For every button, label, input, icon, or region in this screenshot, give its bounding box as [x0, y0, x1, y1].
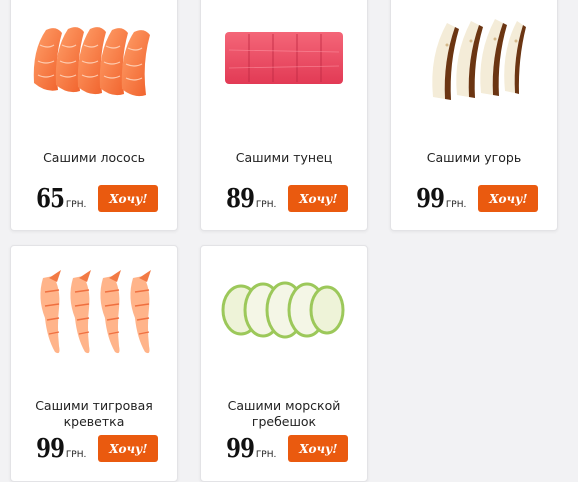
price-currency: ГРН.	[255, 450, 277, 460]
product-image-salmon[interactable]	[11, 0, 177, 115]
product-price: 99	[35, 434, 65, 464]
product-image-tuna[interactable]	[201, 0, 367, 115]
product-name[interactable]: Сашими лосось	[17, 150, 171, 166]
product-card[interactable]: Сашими лосось 65 ГРН. Хочу!	[10, 0, 178, 231]
product-name[interactable]: Сашими угорь	[397, 150, 551, 166]
product-image-eel[interactable]	[391, 0, 557, 115]
add-to-cart-button[interactable]: Хочу!	[98, 185, 159, 212]
product-name[interactable]: Сашими тигровая креветка	[17, 398, 171, 430]
price-currency: ГРН.	[255, 200, 277, 210]
product-price: 89	[225, 184, 255, 214]
product-image-scallop[interactable]	[201, 254, 367, 366]
product-price: 99	[225, 434, 255, 464]
product-image-tiger-shrimp[interactable]	[11, 254, 177, 366]
product-card[interactable]: Сашими тигровая креветка 99 ГРН. Хочу!	[10, 245, 178, 482]
product-card[interactable]: Сашими угорь 99 ГРН. Хочу!	[390, 0, 558, 231]
product-name[interactable]: Сашими морской гребешок	[207, 398, 361, 430]
product-name[interactable]: Сашими тунец	[207, 150, 361, 166]
product-price: 99	[415, 184, 445, 214]
product-card[interactable]: Сашими тунец 89 ГРН. Хочу!	[200, 0, 368, 231]
add-to-cart-button[interactable]: Хочу!	[288, 185, 349, 212]
price-currency: ГРН.	[65, 450, 87, 460]
add-to-cart-button[interactable]: Хочу!	[288, 435, 349, 462]
add-to-cart-button[interactable]: Хочу!	[98, 435, 159, 462]
product-price: 65	[35, 184, 65, 214]
add-to-cart-button[interactable]: Хочу!	[478, 185, 539, 212]
price-currency: ГРН.	[445, 200, 467, 210]
price-currency: ГРН.	[65, 200, 87, 210]
product-card[interactable]: Сашими морской гребешок 99 ГРН. Хочу!	[200, 245, 368, 482]
